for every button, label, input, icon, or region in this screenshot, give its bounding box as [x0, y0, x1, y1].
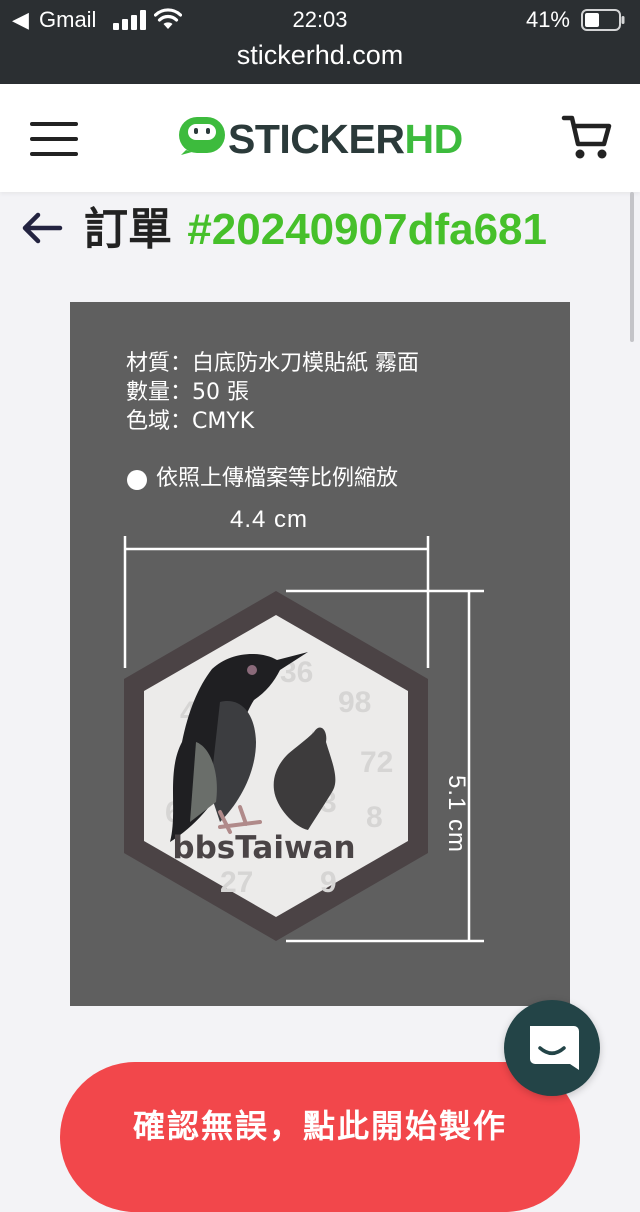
height-label: 5.1 cm	[443, 774, 470, 854]
battery-percentage: 41%	[525, 7, 570, 32]
logo-text: STICKERHD	[228, 114, 463, 164]
sticker-preview: 材質：白底防水刀模貼紙 霧面 數量：50 張 色域：CMYK 依照上傳檔案等比例…	[70, 302, 570, 1006]
browser-top-bar: ◀ Gmail 22:03 41% stickerhd.com	[0, 0, 640, 84]
logo-text-hd: HD	[404, 116, 463, 162]
address-bar-url[interactable]: stickerhd.com	[0, 38, 640, 72]
svg-text:9: 9	[320, 866, 337, 899]
back-arrow-icon[interactable]	[20, 208, 64, 248]
site-logo[interactable]: STICKERHD	[178, 114, 468, 164]
sticker-text: bbsTaiwan	[172, 830, 355, 866]
page-scrollbar[interactable]	[630, 192, 634, 342]
order-title-prefix: 訂單	[84, 204, 188, 255]
menu-icon[interactable]	[30, 122, 78, 156]
chat-button[interactable]	[504, 1000, 600, 1096]
cta-label: 確認無誤，點此開始製作	[132, 1107, 507, 1145]
svg-text:98: 98	[338, 686, 371, 719]
logo-text-sticker: STICKER	[228, 116, 405, 162]
chat-icon	[530, 1026, 579, 1070]
confirm-start-production-button[interactable]: 確認無誤，點此開始製作	[60, 1062, 580, 1212]
sticker-artwork: 36 98 5 72 3 8 41 6 27 9 bbsTaiwan	[123, 536, 484, 943]
svg-text:72: 72	[360, 746, 393, 779]
svg-text:27: 27	[220, 866, 253, 899]
site-header: STICKERHD	[0, 84, 640, 192]
cart-icon[interactable]	[560, 112, 612, 162]
order-number: #20240907dfa681	[187, 205, 547, 254]
battery-icon	[581, 9, 625, 31]
logo-face-icon	[179, 117, 225, 155]
svg-text:8: 8	[366, 801, 383, 834]
order-title: 訂單 #20240907dfa681	[84, 200, 547, 260]
